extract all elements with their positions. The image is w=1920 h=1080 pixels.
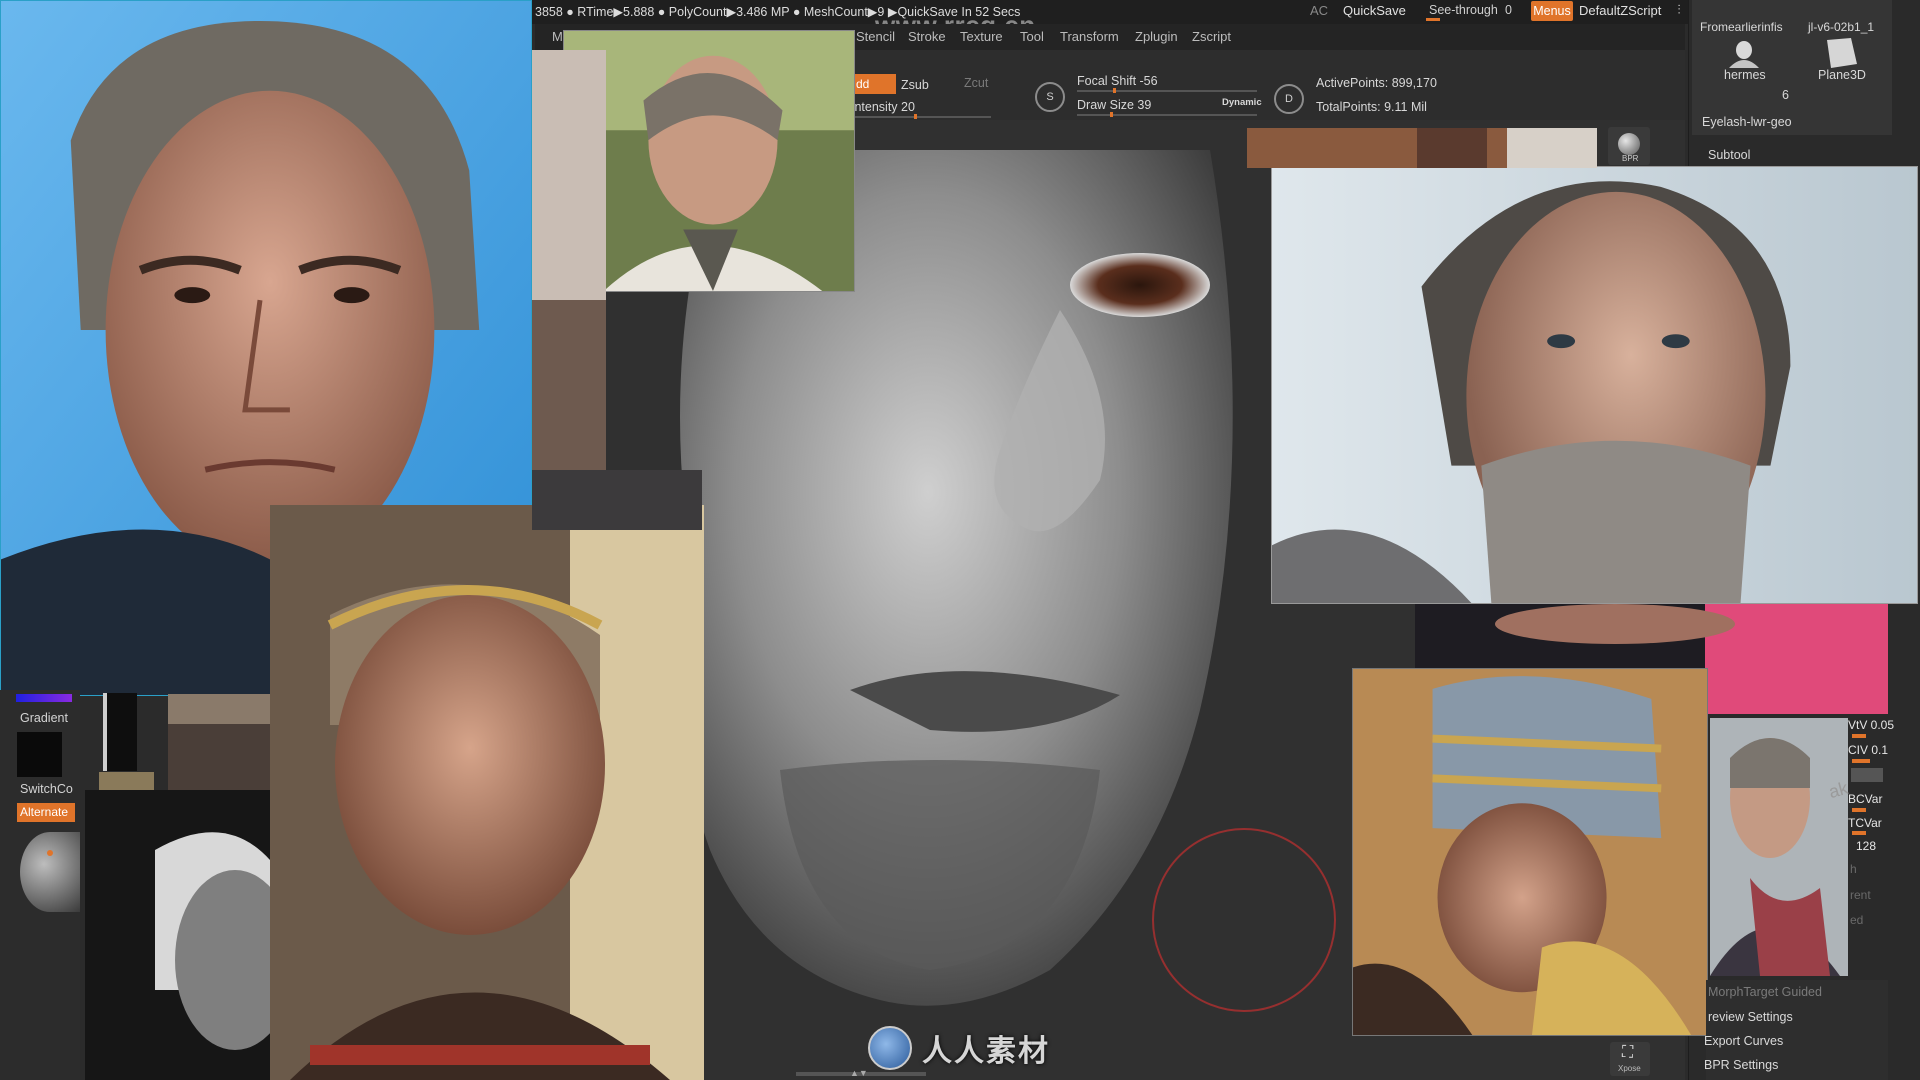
bpr-label: BPR: [1622, 154, 1639, 163]
value-128[interactable]: 128: [1856, 839, 1876, 853]
gradient-button[interactable]: Gradient: [20, 711, 68, 725]
focal-shift-slider[interactable]: Focal Shift -56: [1077, 74, 1158, 88]
color-bar[interactable]: [1851, 768, 1883, 782]
reference-photo-bw[interactable]: [85, 790, 270, 1080]
reference-photo-profile[interactable]: [1710, 718, 1848, 976]
menu-cut[interactable]: M: [552, 29, 563, 44]
subtool-header[interactable]: Subtool: [1708, 148, 1750, 162]
see-through-fill: [1426, 18, 1440, 21]
watermark-logo-icon: [868, 1026, 912, 1070]
see-through-value: 0: [1505, 3, 1512, 17]
zsub-button[interactable]: Zsub: [901, 78, 929, 92]
intensity-track: [851, 116, 991, 118]
plane3d-thumb[interactable]: [1821, 36, 1859, 70]
active-points: ActivePoints: 899,170: [1316, 76, 1437, 90]
bpr-sphere-icon: [1618, 133, 1640, 155]
ac-button[interactable]: AC: [1310, 3, 1328, 18]
texture-swatch[interactable]: [99, 772, 154, 790]
faint-label-2: rent: [1850, 888, 1871, 902]
brush-cursor: [1152, 828, 1336, 1012]
menu-morphtarget[interactable]: MorphTarget Guided: [1708, 985, 1822, 999]
menu-zscript[interactable]: Zscript: [1192, 29, 1231, 44]
menu-stroke[interactable]: Stroke: [908, 29, 946, 44]
xpose-button[interactable]: ⛶ Xpose: [1610, 1042, 1650, 1076]
reference-photo-top-strip[interactable]: [1247, 128, 1597, 168]
civ-slider[interactable]: CIV 0.1: [1848, 743, 1888, 757]
bcvar-fill: [1852, 808, 1866, 812]
hermes-label: hermes: [1724, 68, 1766, 82]
scroll-arrow-icon[interactable]: ▲▼: [850, 1068, 868, 1078]
faint-label-1: h: [1850, 862, 1857, 876]
tcvar-fill: [1852, 831, 1866, 835]
tcvar-slider[interactable]: TCVar: [1848, 816, 1882, 830]
vtv-fill: [1852, 734, 1866, 738]
focal-shift-knob[interactable]: [1113, 88, 1116, 93]
color-swatch-gradient[interactable]: [16, 694, 72, 702]
focal-shift-track: [1077, 90, 1257, 92]
zadd-button[interactable]: dd: [853, 74, 896, 94]
default-zscript-button[interactable]: DefaultZScript: [1579, 3, 1661, 18]
tool-name-right[interactable]: jl-v6-02b1_1: [1808, 20, 1874, 34]
zcut-button[interactable]: Zcut: [964, 76, 988, 90]
see-through-label: See-through: [1429, 3, 1498, 17]
reference-photo-small-top[interactable]: [168, 694, 270, 790]
dynamic-toggle[interactable]: Dynamic: [1222, 97, 1262, 108]
intensity-knob[interactable]: [914, 114, 917, 119]
watermark-logo-text: 人人素材: [922, 1035, 1050, 1068]
hermes-thumb[interactable]: [1725, 40, 1763, 68]
menu-stencil[interactable]: Stencil: [856, 29, 895, 44]
quicksave-button[interactable]: QuickSave: [1343, 3, 1406, 18]
menus-button[interactable]: Menus: [1531, 1, 1573, 21]
draw-size-knob[interactable]: [1110, 112, 1113, 117]
faint-label-3: ed: [1850, 913, 1864, 927]
alternate-button[interactable]: Alternate: [17, 803, 75, 822]
menu-transform[interactable]: Transform: [1060, 29, 1119, 44]
xpose-label: Xpose: [1618, 1064, 1641, 1073]
intensity-slider[interactable]: Intensity 20: [851, 100, 915, 114]
menu-export-curves[interactable]: Export Curves: [1704, 1034, 1783, 1048]
tool-name-left[interactable]: Fromearlierinfis: [1700, 20, 1783, 34]
subtool-count: 6: [1782, 88, 1789, 102]
layout-icon[interactable]: ⫶: [1672, 3, 1686, 17]
vtv-slider[interactable]: VtV 0.05: [1848, 718, 1894, 732]
civ-fill: [1852, 759, 1870, 763]
switch-color-button[interactable]: SwitchCo: [20, 782, 73, 796]
draw-size-track: [1077, 114, 1257, 116]
material-sphere[interactable]: [20, 832, 80, 912]
brush-d-icon[interactable]: D: [1274, 84, 1304, 114]
plane3d-label: Plane3D: [1818, 68, 1866, 82]
reference-photo-pope[interactable]: [1352, 668, 1708, 1036]
menu-preview-settings[interactable]: review Settings: [1708, 1010, 1793, 1024]
menu-bpr-settings[interactable]: BPR Settings: [1704, 1058, 1778, 1072]
reference-photo-outdoor[interactable]: [563, 30, 855, 292]
reference-photo-bearded[interactable]: [1271, 166, 1918, 604]
main-color-swatch[interactable]: [17, 732, 62, 777]
material-sphere-dot: [47, 850, 53, 856]
total-points: TotalPoints: 9.11 Mil: [1316, 100, 1427, 114]
reference-photo-dark-strip[interactable]: [532, 470, 702, 530]
menu-tool[interactable]: Tool: [1020, 29, 1044, 44]
active-subtool-name[interactable]: Eyelash-lwr-geo: [1702, 115, 1792, 129]
bpr-button[interactable]: BPR: [1608, 127, 1650, 165]
menu-texture[interactable]: Texture: [960, 29, 1003, 44]
reference-photo-caesar[interactable]: [270, 505, 704, 1080]
bcvar-slider[interactable]: BCVar: [1848, 792, 1882, 806]
draw-size-slider[interactable]: Draw Size 39: [1077, 98, 1151, 112]
menu-zplugin[interactable]: Zplugin: [1135, 29, 1178, 44]
secondary-color-swatch[interactable]: [103, 693, 137, 771]
expand-icon: ⛶: [1622, 1044, 1634, 1061]
see-through-slider[interactable]: See-through 0: [1424, 1, 1518, 21]
reference-photo-strip[interactable]: [532, 50, 606, 470]
brush-s-icon[interactable]: S: [1035, 82, 1065, 112]
